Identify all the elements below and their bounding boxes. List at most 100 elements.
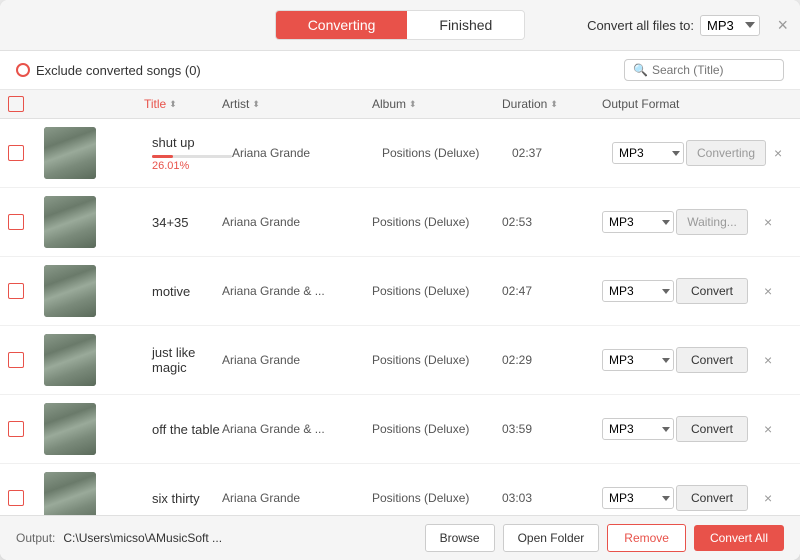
format-select-3[interactable]: MP3AAC	[602, 349, 674, 371]
format-select-2[interactable]: MP3AAC	[602, 280, 674, 302]
format-select-5[interactable]: MP3AAC	[602, 487, 674, 509]
browse-button[interactable]: Browse	[425, 524, 495, 552]
artist-2: Ariana Grande & ...	[222, 284, 372, 298]
format-select-1[interactable]: MP3AACFLAC	[602, 211, 674, 233]
tab-converting[interactable]: Converting	[276, 11, 408, 39]
row-checkbox-1[interactable]	[8, 214, 24, 230]
delete-button-4[interactable]: ×	[762, 420, 774, 438]
title-cell-4: off the table	[144, 422, 222, 437]
convert-button-0[interactable]: Converting	[686, 140, 766, 166]
title-cell-5: six thirty	[144, 491, 222, 506]
exclude-converted-button[interactable]: Exclude converted songs (0)	[16, 63, 201, 78]
album-1: Positions (Deluxe)	[372, 215, 502, 229]
row-checkbox-col	[8, 145, 44, 161]
table-row: motive Ariana Grande & ... Positions (De…	[0, 257, 800, 326]
artist-5: Ariana Grande	[222, 491, 372, 505]
header-action-col	[762, 96, 792, 112]
header-duration[interactable]: Duration ⬍	[502, 96, 602, 112]
convert-all-format-select[interactable]: MP3 AAC FLAC WAV	[700, 15, 760, 36]
duration-sort-icon: ⬍	[550, 99, 558, 110]
convert-button-3[interactable]: Convert	[676, 347, 748, 373]
header-album[interactable]: Album ⬍	[372, 96, 502, 112]
format-cell-0: MP3AACFLAC Converting	[612, 140, 772, 166]
title-cell-2: motive	[144, 284, 222, 299]
format-select-0[interactable]: MP3AACFLAC	[612, 142, 684, 164]
title-sort-icon: ⬍	[169, 99, 177, 110]
footer: Output: C:\Users\micso\AMusicSoft ... Br…	[0, 515, 800, 560]
close-button[interactable]: ×	[777, 16, 788, 34]
header-thumbnail-col	[44, 96, 144, 112]
action-cell-2: ×	[762, 282, 792, 300]
search-input[interactable]	[652, 63, 775, 77]
header-artist[interactable]: Artist ⬍	[222, 96, 372, 112]
delete-button-0[interactable]: ×	[772, 144, 784, 162]
thumbnail-1	[44, 196, 96, 248]
row-checkbox-0[interactable]	[8, 145, 24, 161]
duration-5: 03:03	[502, 491, 602, 505]
toolbar: Exclude converted songs (0) 🔍	[0, 51, 800, 90]
artist-4: Ariana Grande & ...	[222, 422, 372, 436]
row-checkbox-2[interactable]	[8, 283, 24, 299]
thumbnail-4	[44, 403, 96, 455]
duration-1: 02:53	[502, 215, 602, 229]
search-box: 🔍	[624, 59, 784, 81]
thumbnail-5	[44, 472, 96, 515]
delete-button-5[interactable]: ×	[762, 489, 774, 507]
delete-button-3[interactable]: ×	[762, 351, 774, 369]
main-window: Converting Finished Convert all files to…	[0, 0, 800, 560]
artist-1: Ariana Grande	[222, 215, 372, 229]
row-checkbox-5[interactable]	[8, 490, 24, 506]
open-folder-button[interactable]: Open Folder	[503, 524, 600, 552]
select-all-checkbox[interactable]	[8, 96, 24, 112]
convert-all-button[interactable]: Convert All	[694, 525, 784, 551]
convert-button-2[interactable]: Convert	[676, 278, 748, 304]
action-cell-3: ×	[762, 351, 792, 369]
artist-0: Ariana Grande	[232, 146, 382, 160]
duration-0: 02:37	[512, 146, 612, 160]
artist-3: Ariana Grande	[222, 353, 372, 367]
row-checkbox-col	[8, 490, 44, 506]
album-0: Positions (Deluxe)	[382, 146, 512, 160]
header-title[interactable]: Title ⬍	[144, 96, 222, 112]
convert-button-1[interactable]: Waiting...	[676, 209, 748, 235]
output-label: Output:	[16, 531, 55, 545]
header: Converting Finished Convert all files to…	[0, 0, 800, 51]
album-sort-icon: ⬍	[409, 99, 417, 110]
artist-sort-icon: ⬍	[252, 99, 260, 110]
duration-2: 02:47	[502, 284, 602, 298]
progress-bar-0	[152, 155, 232, 158]
progress-fill-0	[152, 155, 173, 158]
convert-button-4[interactable]: Convert	[676, 416, 748, 442]
rows-container: shut up 26.01% Ariana Grande Positions (…	[0, 119, 800, 515]
tab-finished[interactable]: Finished	[407, 11, 524, 39]
action-cell-0: ×	[772, 144, 800, 162]
delete-button-2[interactable]: ×	[762, 282, 774, 300]
album-3: Positions (Deluxe)	[372, 353, 502, 367]
row-checkbox-3[interactable]	[8, 352, 24, 368]
format-cell-4: MP3AAC Convert	[602, 416, 762, 442]
format-cell-5: MP3AAC Convert	[602, 485, 762, 511]
format-cell-3: MP3AAC Convert	[602, 347, 762, 373]
title-cell-1: 34+35	[144, 215, 222, 230]
title-cell-0: shut up 26.01%	[144, 135, 232, 172]
title-cell-3: just like magic	[144, 345, 222, 375]
format-cell-1: MP3AACFLAC Waiting...	[602, 209, 762, 235]
album-2: Positions (Deluxe)	[372, 284, 502, 298]
action-cell-4: ×	[762, 420, 792, 438]
thumbnail-2	[44, 265, 96, 317]
delete-button-1[interactable]: ×	[762, 213, 774, 231]
format-select-4[interactable]: MP3AAC	[602, 418, 674, 440]
thumbnail-3	[44, 334, 96, 386]
table-row: off the table Ariana Grande & ... Positi…	[0, 395, 800, 464]
format-cell-2: MP3AAC Convert	[602, 278, 762, 304]
duration-4: 03:59	[502, 422, 602, 436]
album-4: Positions (Deluxe)	[372, 422, 502, 436]
convert-button-5[interactable]: Convert	[676, 485, 748, 511]
remove-button[interactable]: Remove	[607, 524, 686, 552]
album-5: Positions (Deluxe)	[372, 491, 502, 505]
row-checkbox-4[interactable]	[8, 421, 24, 437]
exclude-icon	[16, 63, 30, 77]
table-row: 34+35 Ariana Grande Positions (Deluxe) 0…	[0, 188, 800, 257]
row-checkbox-col	[8, 352, 44, 368]
row-checkbox-col	[8, 214, 44, 230]
